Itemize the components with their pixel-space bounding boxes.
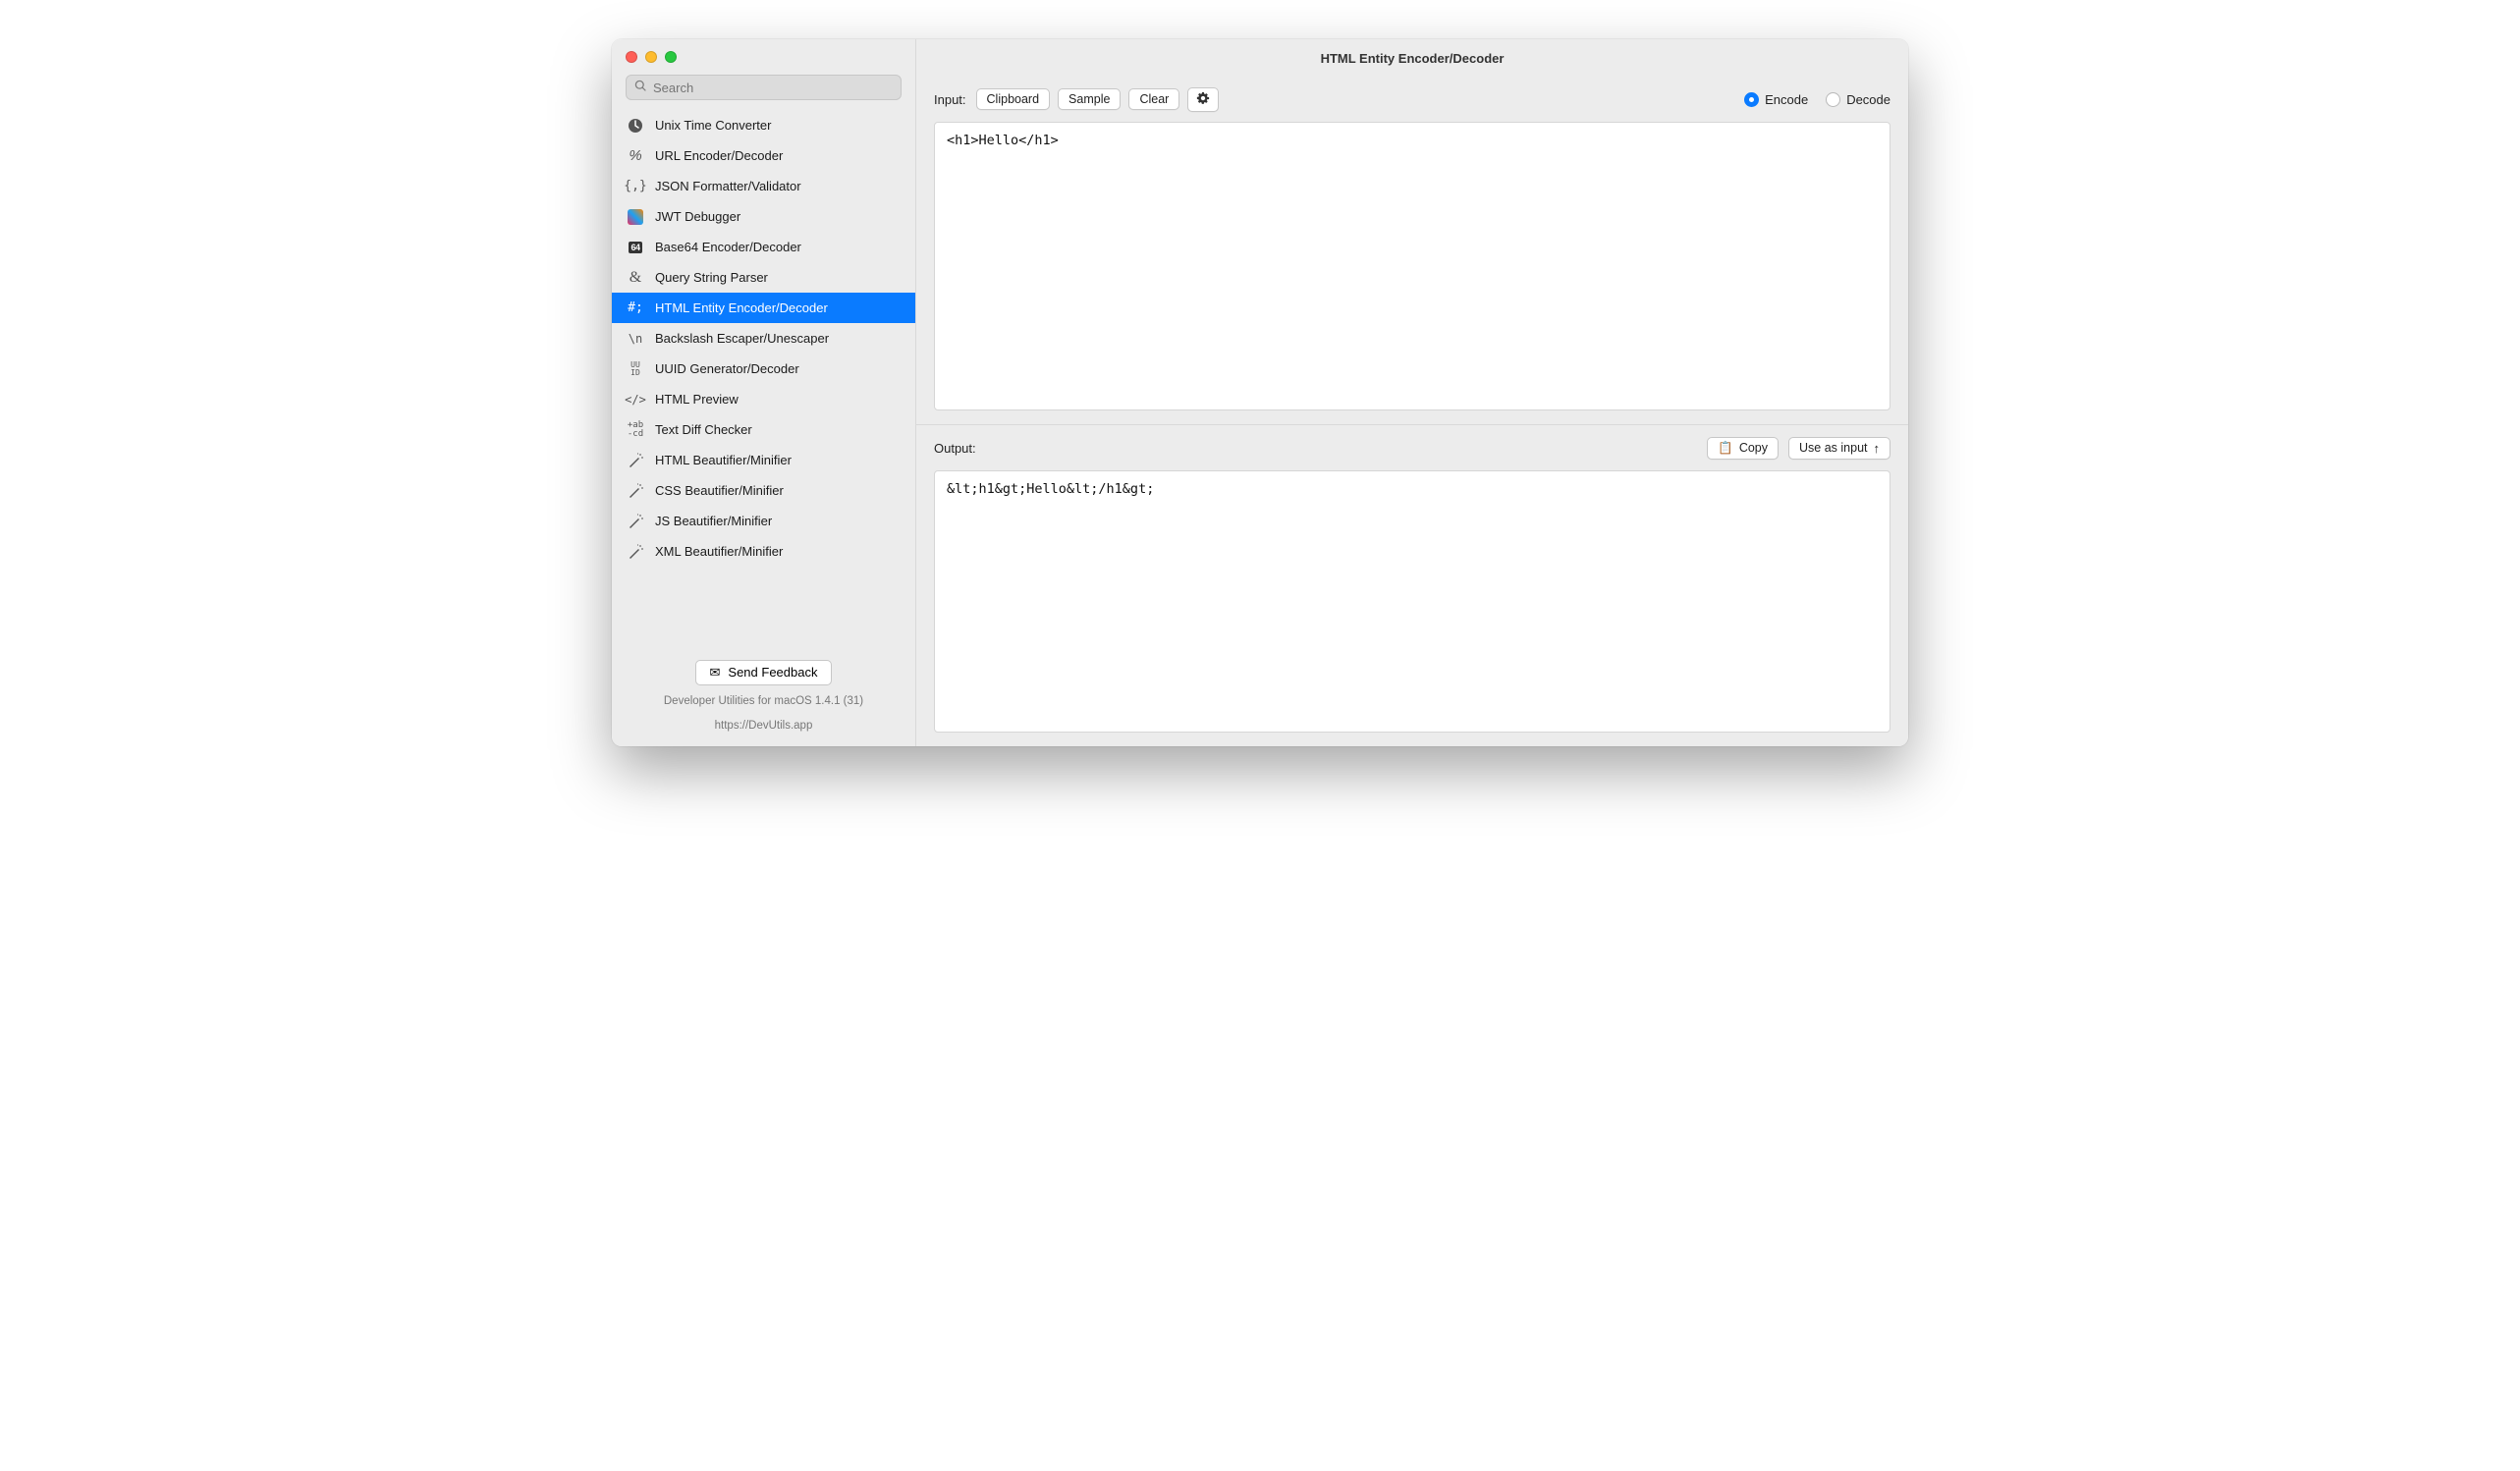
send-feedback-label: Send Feedback xyxy=(728,665,817,680)
sidebar-item-label: Query String Parser xyxy=(655,270,768,285)
copy-label: Copy xyxy=(1739,441,1768,455)
clipboard-button[interactable]: Clipboard xyxy=(976,88,1051,110)
sidebar-item-0[interactable]: Unix Time Converter xyxy=(612,110,915,140)
tool-list: Unix Time Converter% URL Encoder/Decoder {… xyxy=(612,106,915,650)
settings-button[interactable] xyxy=(1187,87,1219,112)
sidebar-item-label: URL Encoder/Decoder xyxy=(655,148,783,163)
search-icon xyxy=(634,80,647,95)
sidebar-item-label: Unix Time Converter xyxy=(655,118,771,133)
output-label: Output: xyxy=(934,441,976,456)
hash-icon: #; xyxy=(626,299,645,318)
clipboard-icon: 📋 xyxy=(1718,441,1733,456)
sidebar-item-label: HTML Entity Encoder/Decoder xyxy=(655,300,828,315)
radio-indicator xyxy=(1744,92,1759,107)
gear-icon xyxy=(1196,91,1210,108)
angle-icon: </> xyxy=(626,390,645,409)
sidebar-item-label: Text Diff Checker xyxy=(655,422,752,437)
sidebar-item-7[interactable]: \n Backslash Escaper/Unescaper xyxy=(612,323,915,354)
copy-button[interactable]: 📋 Copy xyxy=(1707,437,1779,460)
use-as-input-button[interactable]: Use as input ↑ xyxy=(1788,437,1890,460)
output-textarea[interactable]: &lt;h1&gt;Hello&lt;/h1&gt; xyxy=(934,470,1890,733)
wand-icon xyxy=(626,451,645,470)
sidebar-item-10[interactable]: +ab-cd Text Diff Checker xyxy=(612,414,915,445)
sidebar-item-3[interactable]: JWT Debugger xyxy=(612,201,915,232)
sidebar-item-8[interactable]: UUID UUID Generator/Decoder xyxy=(612,354,915,384)
sidebar-item-2[interactable]: {,} JSON Formatter/Validator xyxy=(612,171,915,201)
sample-button[interactable]: Sample xyxy=(1058,88,1121,110)
use-as-input-label: Use as input xyxy=(1799,441,1867,455)
mail-icon: ✉ xyxy=(710,665,721,681)
footer-url: https://DevUtils.app xyxy=(626,718,902,735)
decode-label: Decode xyxy=(1846,92,1890,107)
uuid-icon: UUID xyxy=(626,359,645,379)
output-section: Output: 📋 Copy Use as input ↑ &lt;h1&gt;… xyxy=(916,425,1908,746)
panel: Input: Clipboard Sample Clear xyxy=(916,77,1908,746)
sidebar-item-label: UUID Generator/Decoder xyxy=(655,361,799,376)
sidebar-item-label: HTML Preview xyxy=(655,392,739,407)
base64-icon: 64 xyxy=(626,238,645,257)
wand-icon xyxy=(626,542,645,562)
ampersand-icon: & xyxy=(626,268,645,288)
sidebar-footer: ✉ Send Feedback Developer Utilities for … xyxy=(612,650,915,747)
input-label: Input: xyxy=(934,92,966,107)
arrow-up-icon: ↑ xyxy=(1874,441,1881,456)
sidebar-item-5[interactable]: &Query String Parser xyxy=(612,262,915,293)
radio-indicator xyxy=(1826,92,1840,107)
clear-button[interactable]: Clear xyxy=(1128,88,1179,110)
decode-radio[interactable]: Decode xyxy=(1826,92,1890,107)
window-controls xyxy=(626,51,677,63)
sidebar-item-9[interactable]: </> HTML Preview xyxy=(612,384,915,414)
input-section: Input: Clipboard Sample Clear xyxy=(916,77,1908,425)
window-title: HTML Entity Encoder/Decoder xyxy=(916,39,1908,77)
wand-icon xyxy=(626,481,645,501)
braces-icon: {,} xyxy=(626,177,645,196)
sidebar-item-label: XML Beautifier/Minifier xyxy=(655,544,783,559)
sidebar-item-label: JWT Debugger xyxy=(655,209,740,224)
sidebar-item-14[interactable]: XML Beautifier/Minifier xyxy=(612,536,915,567)
sidebar-item-12[interactable]: CSS Beautifier/Minifier xyxy=(612,475,915,506)
sidebar-item-4[interactable]: 64 Base64 Encoder/Decoder xyxy=(612,232,915,262)
clock-icon xyxy=(626,116,645,136)
sidebar-item-label: JS Beautifier/Minifier xyxy=(655,514,772,528)
wand-icon xyxy=(626,512,645,531)
sidebar-item-6[interactable]: #; HTML Entity Encoder/Decoder xyxy=(612,293,915,323)
percent-icon: % xyxy=(626,146,645,166)
sidebar-item-11[interactable]: HTML Beautifier/Minifier xyxy=(612,445,915,475)
backslash-icon: \n xyxy=(626,329,645,349)
jwt-icon xyxy=(626,207,645,227)
input-textarea[interactable]: <h1>Hello</h1> xyxy=(934,122,1890,410)
diff-icon: +ab-cd xyxy=(626,420,645,440)
close-window-button[interactable] xyxy=(626,51,637,63)
footer-version: Developer Utilities for macOS 1.4.1 (31) xyxy=(626,693,902,710)
search-field[interactable] xyxy=(653,81,893,95)
encode-label: Encode xyxy=(1765,92,1808,107)
encode-radio[interactable]: Encode xyxy=(1744,92,1808,107)
sidebar-item-1[interactable]: % URL Encoder/Decoder xyxy=(612,140,915,171)
main-content: HTML Entity Encoder/Decoder Input: Clipb… xyxy=(916,39,1908,746)
sidebar-item-label: JSON Formatter/Validator xyxy=(655,179,801,193)
sidebar: Unix Time Converter% URL Encoder/Decoder {… xyxy=(612,39,916,746)
sidebar-item-label: Base64 Encoder/Decoder xyxy=(655,240,801,254)
search-input[interactable] xyxy=(626,75,902,100)
minimize-window-button[interactable] xyxy=(645,51,657,63)
sidebar-item-label: CSS Beautifier/Minifier xyxy=(655,483,784,498)
fullscreen-window-button[interactable] xyxy=(665,51,677,63)
app-window: Unix Time Converter% URL Encoder/Decoder {… xyxy=(612,39,1908,746)
sidebar-item-13[interactable]: JS Beautifier/Minifier xyxy=(612,506,915,536)
sidebar-item-label: Backslash Escaper/Unescaper xyxy=(655,331,829,346)
send-feedback-button[interactable]: ✉ Send Feedback xyxy=(695,660,833,685)
sidebar-item-label: HTML Beautifier/Minifier xyxy=(655,453,792,467)
